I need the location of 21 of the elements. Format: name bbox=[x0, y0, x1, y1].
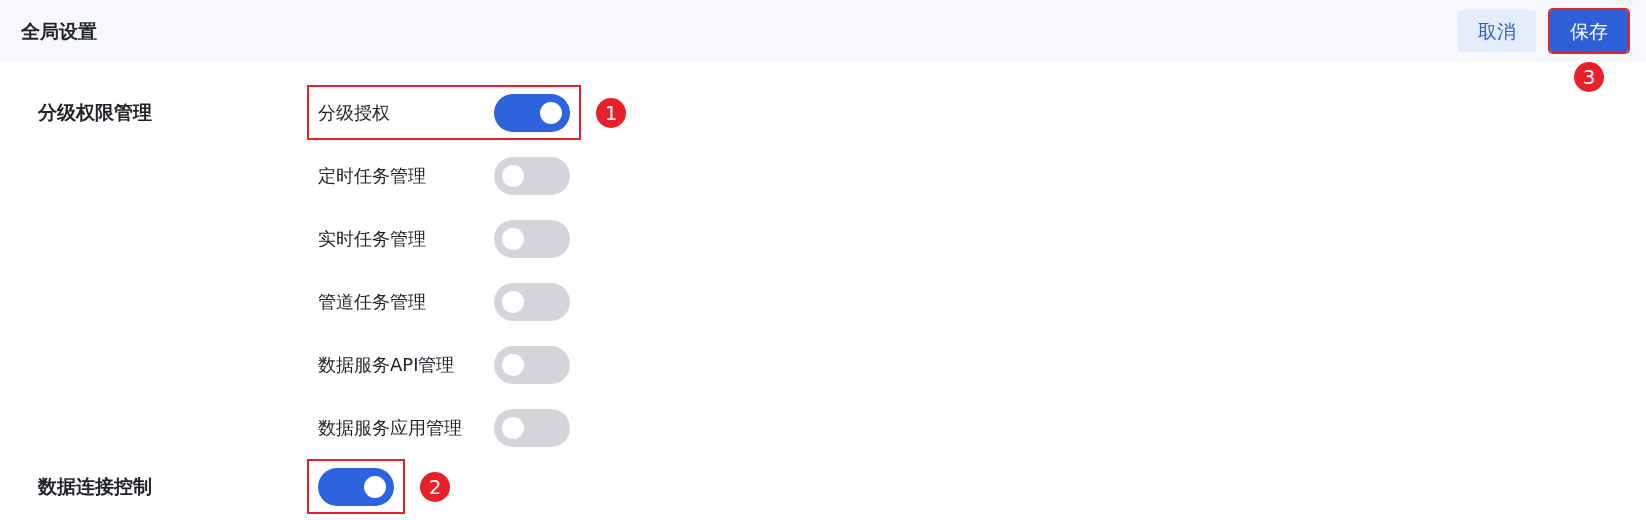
toggle-label: 数据服务API管理 bbox=[318, 353, 456, 377]
toggle-switch[interactable] bbox=[494, 282, 570, 321]
toggle-label: 实时任务管理 bbox=[318, 227, 427, 251]
toggle-label: 分级授权 bbox=[318, 101, 391, 125]
callout-badge: 2 bbox=[420, 471, 450, 502]
toggle-label: 管道任务管理 bbox=[318, 290, 427, 314]
toggle-switch[interactable] bbox=[494, 408, 570, 447]
toggle-switch[interactable] bbox=[494, 219, 570, 258]
page-title: 全局设置 bbox=[21, 18, 97, 44]
callout-badge: 3 bbox=[1574, 62, 1604, 92]
toggle-label: 定时任务管理 bbox=[318, 164, 427, 188]
toggle-switch[interactable] bbox=[494, 93, 570, 132]
section-title: 数据连接控制 bbox=[38, 474, 152, 500]
toggle-switch[interactable] bbox=[494, 345, 570, 384]
callout-badge: 1 bbox=[596, 97, 626, 128]
cancel-button[interactable]: 取消 bbox=[1458, 10, 1536, 52]
save-button[interactable]: 保存 bbox=[1550, 10, 1628, 52]
toggle-switch[interactable] bbox=[318, 467, 394, 506]
section-title: 分级权限管理 bbox=[38, 100, 152, 126]
toggle-label: 数据服务应用管理 bbox=[318, 416, 463, 440]
toggle-switch[interactable] bbox=[494, 156, 570, 195]
